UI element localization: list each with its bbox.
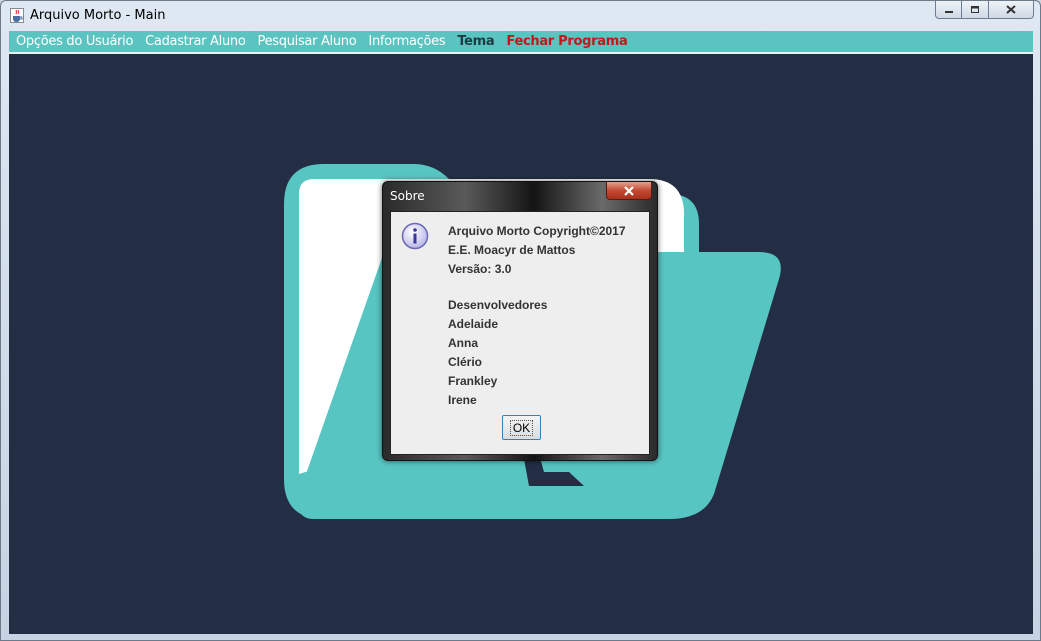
dialog-line-dev-1: Adelaide	[448, 317, 499, 331]
java-cup-icon	[10, 8, 24, 23]
dialog-line-dev-2: Anna	[448, 336, 478, 350]
maximize-icon	[971, 5, 979, 13]
menu-user-options[interactable]: Opções do Usuário	[16, 34, 133, 49]
dialog-line-copyright: Arquivo Morto Copyright©2017	[448, 224, 626, 238]
dialog-line-dev-5: Irene	[448, 393, 477, 407]
menu-theme[interactable]: Tema	[457, 34, 494, 49]
dialog-title: Sobre	[390, 189, 425, 203]
dialog-close-button[interactable]	[606, 182, 652, 200]
dialog-line-dev-3: Clério	[448, 355, 483, 369]
about-dialog: Sobre Arquivo Morto Copyright©2017 E.E. …	[382, 181, 658, 461]
dialog-line-version: Versão: 3.0	[448, 262, 512, 276]
ok-button-label: OK	[509, 419, 534, 436]
close-icon	[624, 185, 634, 196]
minimize-icon	[944, 10, 953, 13]
close-button[interactable]	[989, 1, 1034, 19]
dialog-line-developers: Desenvolvedores	[448, 298, 548, 312]
caption-buttons	[935, 1, 1034, 20]
minimize-button[interactable]	[935, 1, 962, 19]
dialog-body: Arquivo Morto Copyright©2017 E.E. Moacyr…	[390, 211, 650, 455]
main-content-panel: Sobre Arquivo Morto Copyright©2017 E.E. …	[9, 54, 1033, 634]
menu-register-student[interactable]: Cadastrar Aluno	[145, 34, 246, 49]
menu-search-student[interactable]: Pesquisar Aluno	[258, 34, 357, 49]
menu-bar: Opções do Usuário Cadastrar Aluno Pesqui…	[9, 31, 1033, 54]
main-window: Arquivo Morto - Main Opções do Usuário C…	[0, 0, 1041, 641]
ok-button[interactable]: OK	[502, 415, 541, 440]
close-icon	[1006, 5, 1016, 14]
info-icon	[401, 222, 429, 250]
window-title: Arquivo Morto - Main	[30, 8, 166, 23]
menu-information[interactable]: Informações	[368, 34, 445, 49]
dialog-line-dev-4: Frankley	[448, 374, 498, 388]
menu-close-program[interactable]: Fechar Programa	[506, 34, 627, 49]
dialog-line-school: E.E. Moacyr de Mattos	[448, 243, 576, 257]
title-bar[interactable]: Arquivo Morto - Main	[1, 1, 1040, 31]
maximize-button[interactable]	[962, 1, 989, 19]
